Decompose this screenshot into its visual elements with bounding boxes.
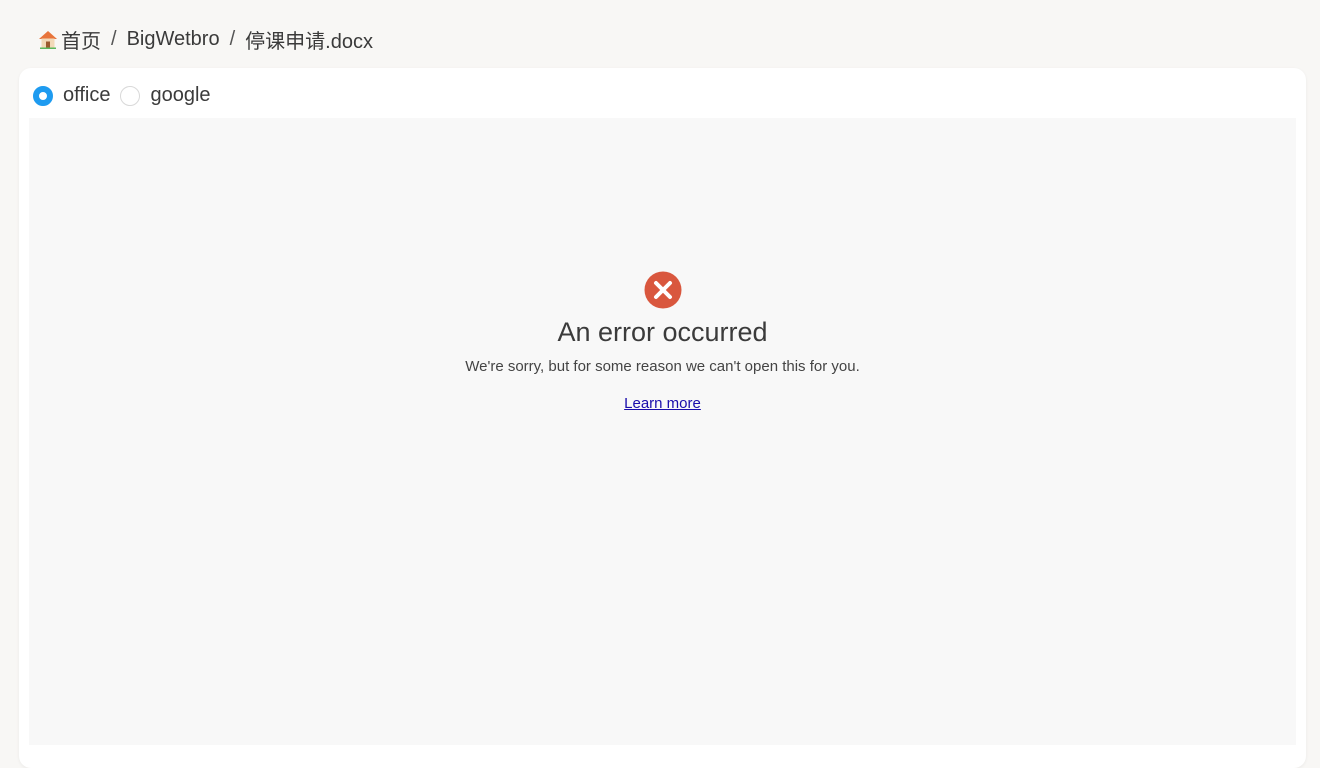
radio-google[interactable]: google xyxy=(120,84,211,107)
error-title: An error occurred xyxy=(557,317,768,347)
error-x-circle-icon xyxy=(644,271,682,309)
radio-office[interactable]: office xyxy=(33,84,110,107)
error-message: We're sorry, but for some reason we can'… xyxy=(465,358,860,375)
breadcrumb-file: 停课申请.docx xyxy=(245,30,373,53)
viewer-radio-group: office google xyxy=(33,84,211,107)
breadcrumb-home[interactable]: 首页 xyxy=(61,25,101,54)
preview-card: office google An error occurred We're so… xyxy=(19,68,1306,768)
breadcrumb: 首页 / BigWetbro / 停课申请.docx xyxy=(37,25,373,54)
document-viewer-frame: An error occurred We're sorry, but for s… xyxy=(29,118,1296,745)
radio-office-label[interactable]: office xyxy=(63,84,110,107)
learn-more-link[interactable]: Learn more xyxy=(624,395,701,412)
breadcrumb-folder[interactable]: BigWetbro xyxy=(127,28,220,51)
radio-google-indicator[interactable] xyxy=(120,85,141,106)
house-icon[interactable] xyxy=(37,28,59,50)
radio-google-label[interactable]: google xyxy=(150,84,210,107)
breadcrumb-separator: / xyxy=(229,27,236,50)
radio-office-indicator[interactable] xyxy=(33,85,53,106)
breadcrumb-separator: / xyxy=(111,27,117,50)
error-panel: An error occurred We're sorry, but for s… xyxy=(29,271,1296,412)
